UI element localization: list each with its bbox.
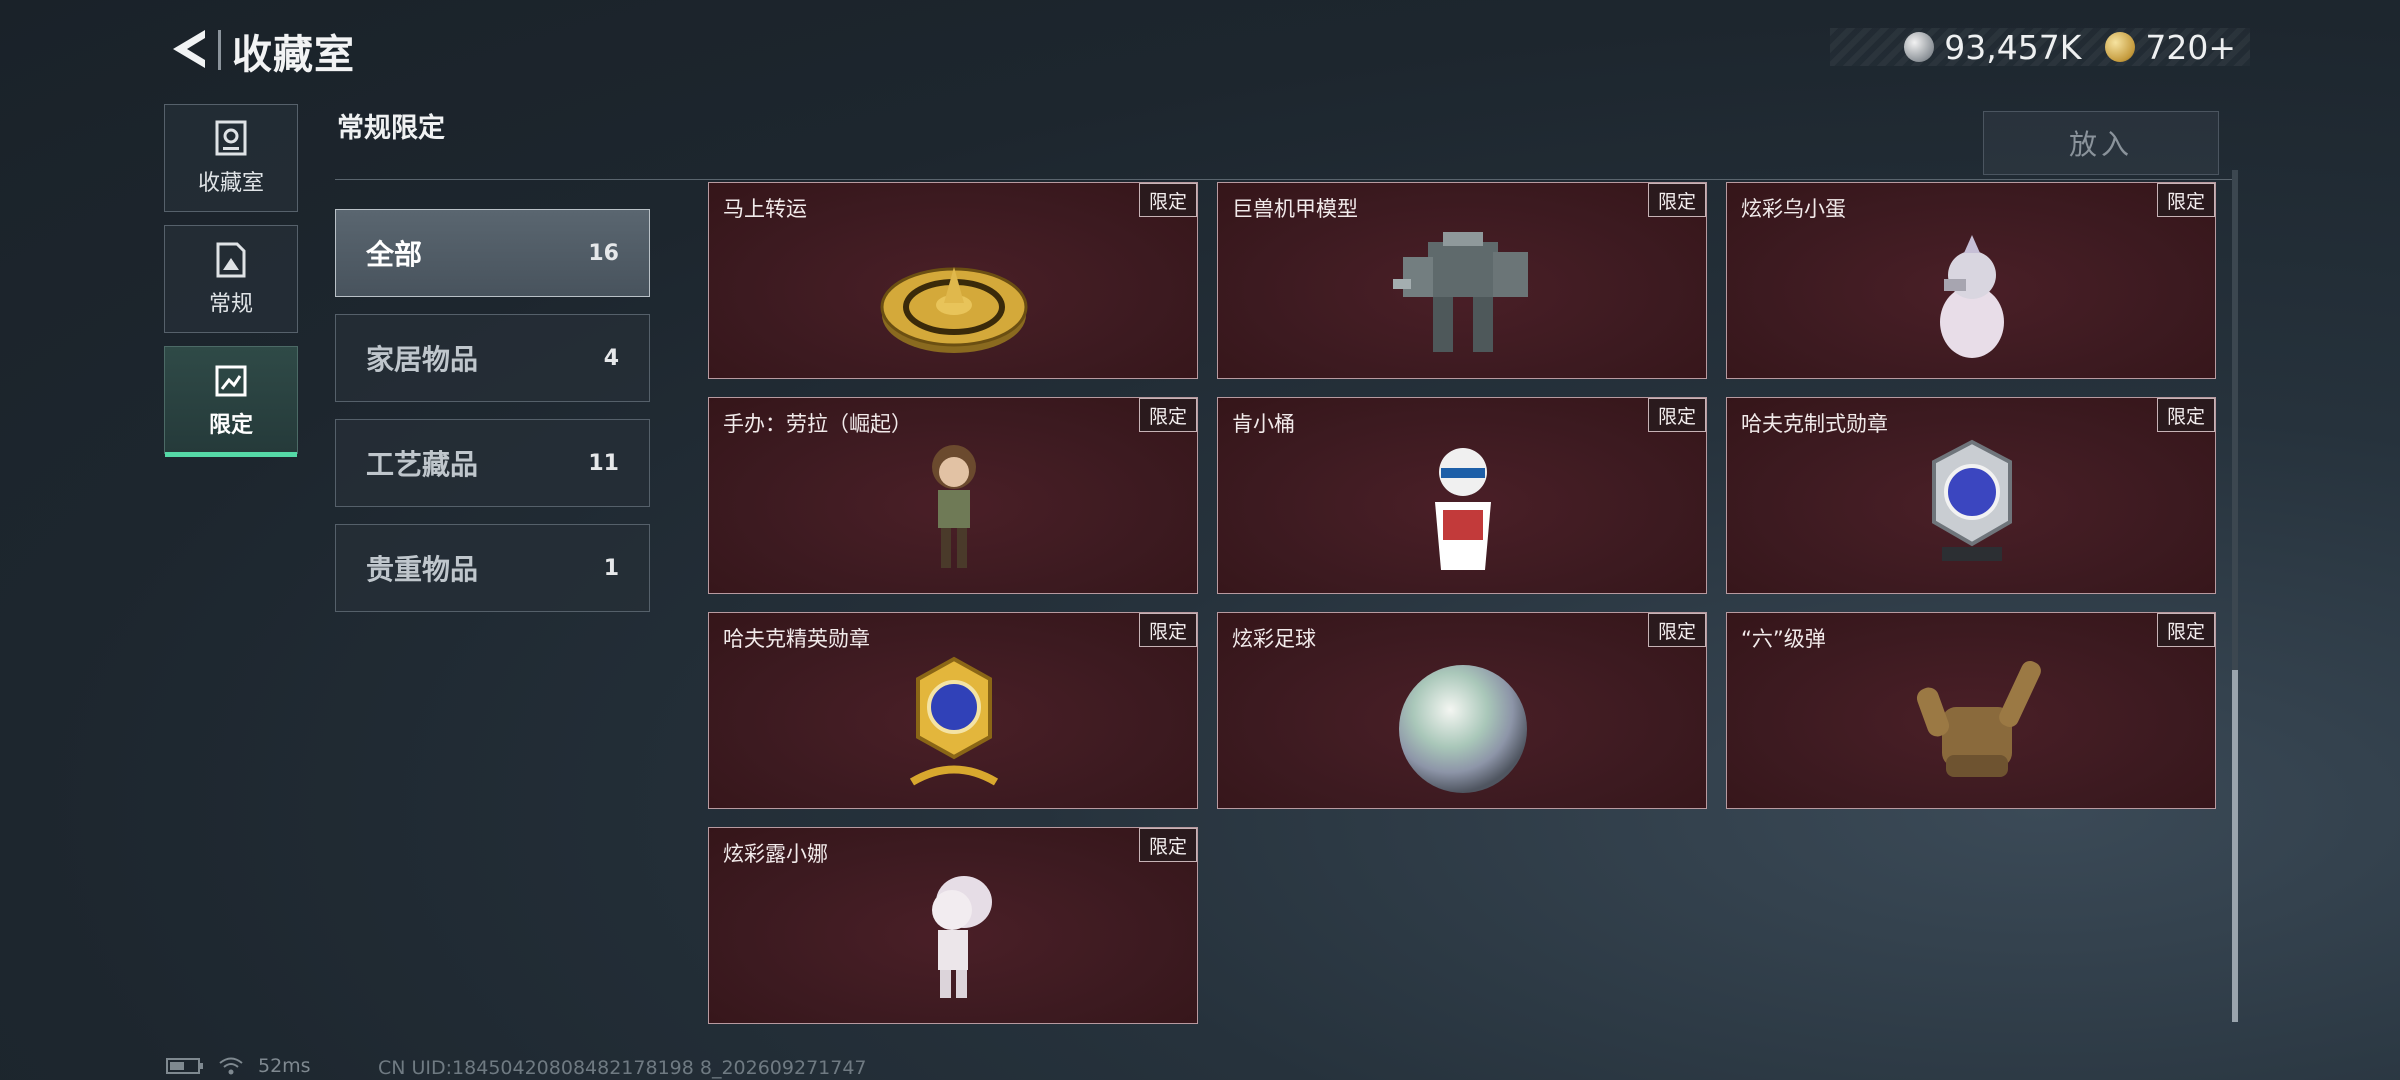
category-home-items[interactable]: 家居物品 4 [335, 314, 650, 402]
lara-figure-image [932, 445, 976, 568]
category-valuables[interactable]: 贵重物品 1 [335, 524, 650, 612]
put-in-button[interactable]: 放入 [1983, 111, 2219, 175]
item-card-gold-medal[interactable]: 哈夫克精英勋章 限定 [708, 612, 1198, 809]
currency-bar: 93,457K 720+ [1830, 27, 2250, 67]
white-girl-figure-image [932, 876, 992, 998]
limited-badge: 限定 [2157, 183, 2215, 217]
limited-badge: 限定 [1139, 613, 1197, 647]
item-card-iridescent-ball[interactable]: 炫彩足球 限定 [1217, 612, 1707, 809]
item-card-mech-model[interactable]: 巨兽机甲模型 限定 [1217, 182, 1707, 379]
item-card-bronze-hand[interactable]: “六”级弹 限定 [1726, 612, 2216, 809]
item-name: 炫彩足球 [1232, 627, 1316, 651]
category-count: 4 [603, 345, 619, 371]
limited-badge: 限定 [1139, 183, 1197, 217]
item-name: 哈夫克制式勋章 [1741, 412, 1888, 436]
limited-badge: 限定 [1648, 613, 1706, 647]
limited-badge: 限定 [2157, 613, 2215, 647]
trophy-cup-icon [215, 120, 247, 156]
section-divider [335, 179, 2235, 180]
silver-currency-value: 93,457K [1944, 27, 2082, 67]
item-name: 炫彩乌小蛋 [1741, 197, 1846, 221]
ping-value: 52ms [258, 1055, 311, 1077]
document-icon [216, 242, 246, 278]
category-name: 家居物品 [366, 343, 479, 376]
user-uid: CN UID:18450420808482178198 8_2026092717… [378, 1057, 867, 1079]
category-count: 1 [603, 555, 619, 581]
limited-badge: 限定 [1139, 398, 1197, 432]
section-title: 常规限定 [337, 113, 445, 144]
nav-item-collection[interactable]: 收藏室 [164, 104, 298, 212]
item-name: 炫彩露小娜 [723, 842, 828, 866]
item-name: 肯小桶 [1232, 412, 1295, 436]
back-button[interactable] [162, 22, 214, 76]
category-all[interactable]: 全部 16 [335, 209, 650, 297]
category-name: 工艺藏品 [366, 448, 479, 481]
item-card-bucket-figure[interactable]: 肯小桶 限定 [1217, 397, 1707, 594]
category-count: 16 [588, 240, 619, 266]
silver-medal-image [1932, 439, 2012, 561]
gold-medal-image [909, 656, 999, 786]
item-name: 巨兽机甲模型 [1232, 197, 1358, 221]
golden-wheel-image [880, 267, 1028, 353]
nav-item-label: 收藏室 [197, 171, 264, 196]
category-name: 贵重物品 [366, 553, 479, 586]
item-card-white-girl-figure[interactable]: 炫彩露小娜 限定 [708, 827, 1198, 1024]
item-name: “六”级弹 [1741, 627, 1826, 651]
limited-badge: 限定 [2157, 398, 2215, 432]
nav-item-limited[interactable]: 限定 [164, 346, 298, 457]
category-count: 11 [588, 450, 619, 476]
limited-badge: 限定 [1648, 183, 1706, 217]
back-arrow-icon [173, 30, 205, 68]
iridescent-ball-image [1399, 665, 1527, 793]
gold-currency-value: 720+ [2145, 27, 2236, 67]
limited-badge: 限定 [1648, 398, 1706, 432]
item-name: 哈夫克精英勋章 [723, 627, 870, 651]
bronze-hand-image [1916, 661, 2041, 777]
nav-item-label: 常规 [208, 292, 253, 317]
status-bar: 52ms [166, 1055, 311, 1077]
limited-image-icon [215, 365, 247, 397]
item-card-silver-medal[interactable]: 哈夫克制式勋章 限定 [1726, 397, 2216, 594]
gold-coin-icon [2105, 32, 2136, 62]
page-title: 收藏室 [232, 32, 355, 78]
item-card-golden-wheel[interactable]: 马上转运 限定 [708, 182, 1198, 379]
scrollbar-thumb[interactable] [2232, 670, 2238, 1022]
item-name: 马上转运 [723, 197, 807, 221]
item-card-egg-figure[interactable]: 炫彩乌小蛋 限定 [1726, 182, 2216, 379]
category-name: 全部 [366, 238, 423, 271]
battery-icon [166, 1058, 203, 1074]
limited-badge: 限定 [1139, 828, 1197, 862]
nav-item-label: 限定 [208, 413, 253, 438]
egg-figure-image [1940, 235, 2004, 358]
title-separator [218, 30, 221, 70]
category-crafts[interactable]: 工艺藏品 11 [335, 419, 650, 507]
item-card-lara-figure[interactable]: 手办：劳拉（崛起） 限定 [708, 397, 1198, 594]
nav-item-regular[interactable]: 常规 [164, 225, 298, 333]
wifi-icon [219, 1057, 243, 1075]
bucket-figure-image [1435, 448, 1491, 570]
mech-model-image [1393, 232, 1528, 352]
silver-coin-icon [1904, 32, 1935, 62]
